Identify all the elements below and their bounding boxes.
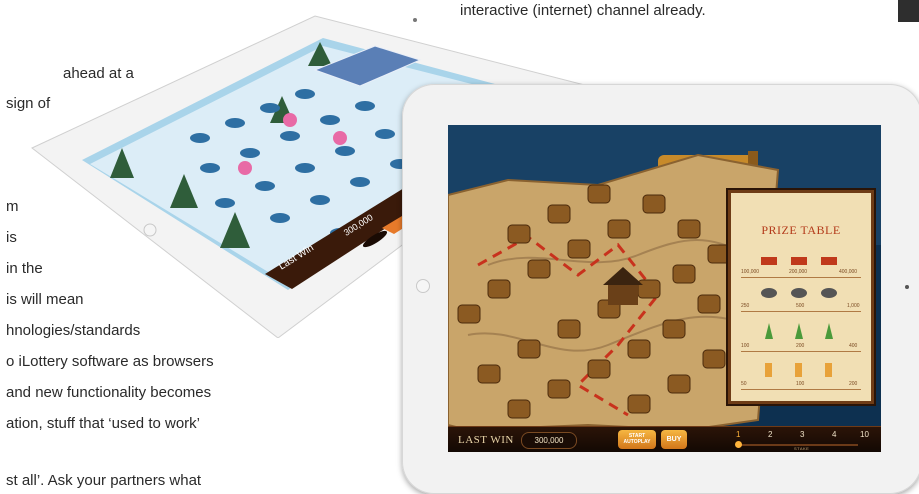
home-button[interactable]	[416, 279, 430, 293]
prize-value: 200	[796, 343, 805, 349]
game-bottom-bar: LAST WIN 300,000 START AUTOPLAY BUY 1 2 …	[448, 426, 881, 452]
stake-option[interactable]: 4	[832, 430, 836, 439]
last-win-value: 300,000	[521, 432, 577, 449]
prize-value: 250	[741, 303, 750, 309]
prize-divider	[741, 351, 861, 352]
prize-value: 1,000	[847, 303, 860, 309]
last-win-label: LAST WIN	[458, 434, 514, 446]
prize-table-title: PRIZE TABLE	[761, 223, 841, 237]
prize-value: 50	[741, 381, 747, 387]
prize-value: 100,000	[741, 269, 760, 275]
autoplay-line: AUTOPLAY	[623, 439, 651, 445]
article-text-line: and new functionality becomes	[6, 384, 212, 401]
article-text-line: ation, stuff that ‘used to work’	[6, 415, 200, 432]
corner-marker	[898, 0, 919, 22]
prize-value: 200,000	[789, 269, 808, 275]
prize-divider	[741, 311, 861, 312]
prize-value: 400,000	[839, 269, 858, 275]
parrot-icon	[765, 323, 833, 339]
article-text-line: o iLottery software as browsers	[6, 353, 214, 370]
stake-option[interactable]: 3	[800, 430, 804, 439]
stake-option[interactable]: 2	[768, 430, 772, 439]
prize-divider	[741, 277, 861, 278]
prize-value: 100	[741, 343, 750, 349]
buy-button[interactable]: BUY	[661, 430, 687, 449]
prize-value: 200	[849, 381, 858, 387]
stake-slider-handle[interactable]	[735, 441, 742, 448]
game-screen: PRIZE TABLE 100,000 200,000 400,000 250 …	[448, 125, 881, 452]
stake-option[interactable]: 1	[736, 430, 740, 439]
ship-icon	[761, 257, 837, 265]
prize-divider	[741, 389, 861, 390]
prize-table: PRIZE TABLE 100,000 200,000 400,000 250 …	[728, 190, 874, 404]
stake-option[interactable]: 10	[860, 430, 869, 439]
stake-label: STAKE	[794, 446, 810, 451]
bottle-icon	[765, 363, 832, 377]
turtle-icon	[761, 288, 837, 298]
front-tablet: PRIZE TABLE 100,000 200,000 400,000 250 …	[402, 84, 919, 494]
prize-value: 500	[796, 303, 805, 309]
prize-value: 100	[796, 381, 805, 387]
prize-value: 400	[849, 343, 858, 349]
start-autoplay-button[interactable]: START AUTOPLAY	[618, 430, 656, 449]
camera-dot	[905, 285, 909, 289]
